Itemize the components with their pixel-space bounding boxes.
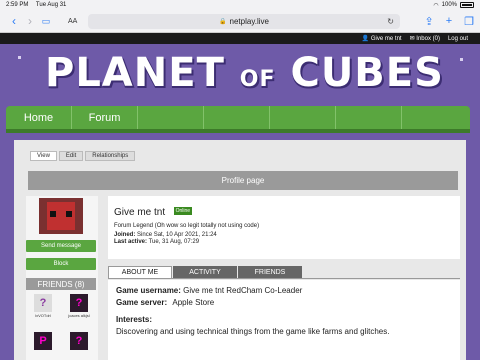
tab-edit[interactable]: Edit (58, 151, 84, 161)
content-area: View Edit Relationships Profile page Sen… (14, 140, 466, 360)
lock-icon: 🔒 (219, 19, 227, 25)
profile-last-active: Last active: Tue, 31 Aug, 07:29 (114, 239, 454, 245)
profile-sidebar: Send message Block FRIENDS (8) ? lxVOTdr… (26, 196, 98, 360)
interests-value: Discovering and using technical things f… (116, 327, 390, 336)
profile-rank: Forum Legend (Oh wow so legit totally no… (114, 223, 260, 229)
interests-label-row: Interests: (116, 315, 452, 324)
game-username-label: Game username: (116, 286, 181, 295)
profile-name: Give me tnt (114, 207, 166, 218)
friend-item[interactable]: ? lxVOTdrl (28, 294, 58, 318)
friend-avatar: ? (70, 294, 88, 312)
tab-view[interactable]: View (30, 151, 57, 161)
share-icon[interactable]: ⇪ (424, 15, 433, 28)
nav-item[interactable] (138, 106, 204, 129)
logo-cubes: CUBES (290, 50, 444, 96)
friend-name: jcaces alkjsl (68, 313, 90, 318)
logo-of: OF (239, 67, 276, 92)
status-date: Tue Aug 31 (35, 2, 67, 8)
status-right: ◠ 100% (433, 2, 474, 9)
main-nav: Home Forum (6, 106, 470, 133)
online-badge: Online (173, 206, 193, 215)
ios-status-bar: 2:59 PM Tue Aug 31 ◠ 100% (0, 0, 480, 10)
friend-avatar: ? (70, 332, 88, 350)
profile-tabs: ABOUT ME ACTIVITY FRIENDS (108, 266, 460, 279)
nav-forum[interactable]: Forum (72, 106, 138, 129)
wifi-icon: ◠ (433, 2, 439, 9)
nav-item[interactable] (204, 106, 270, 129)
friend-item[interactable]: P (28, 332, 58, 351)
tab-relationships[interactable]: Relationships (85, 151, 136, 161)
reload-icon[interactable]: ↻ (387, 17, 394, 26)
sidebar-icon[interactable]: ▭ (38, 16, 54, 27)
profile-info-box: Give me tnt Online Forum Legend (Oh wow … (108, 196, 460, 259)
profile-page-header: Profile page (28, 171, 458, 190)
browser-toolbar: ‹ › ▭ AA 🔒 netplay.live ↻ ⇪ + ❐ (0, 10, 480, 33)
address-bar[interactable]: 🔒 netplay.live ↻ (88, 14, 400, 29)
avatar-eye (50, 211, 56, 217)
interests-label: Interests: (116, 315, 153, 324)
user-name: Give me tnt (370, 36, 402, 42)
status-left: 2:59 PM Tue Aug 31 (6, 2, 72, 8)
nav-item[interactable] (402, 106, 468, 129)
game-server-row: Game server: Apple Store (116, 298, 452, 307)
tab-about-me[interactable]: ABOUT ME (108, 266, 172, 278)
logo-planet: PLANET (45, 50, 225, 96)
page-tabs: View Edit Relationships (30, 151, 136, 161)
joined-label: Joined: (114, 232, 136, 238)
game-username-value: Give me tnt RedCham Co-Leader (183, 286, 303, 295)
inbox-link[interactable]: ✉ Inbox (0) (410, 35, 440, 42)
battery-percent: 100% (441, 2, 457, 8)
profile-main: Give me tnt Online Forum Legend (Oh wow … (108, 196, 460, 360)
tab-activity[interactable]: ACTIVITY (173, 266, 237, 278)
avatar-face (47, 202, 75, 230)
friend-name: lxVOTdrl (35, 313, 51, 318)
star-decoration (460, 58, 463, 61)
joined-value: Since Sat, 10 Apr 2021, 21:24 (137, 232, 217, 238)
star-decoration (18, 56, 21, 59)
logout-link[interactable]: Log out (448, 36, 468, 42)
nav-home[interactable]: Home (6, 106, 72, 129)
url-text: netplay.live (229, 17, 269, 26)
friends-header: FRIENDS (8) (26, 278, 96, 290)
block-button[interactable]: Block (26, 258, 96, 270)
send-message-button[interactable]: Send message (26, 240, 96, 252)
game-server-value: Apple Store (172, 298, 215, 307)
new-tab-icon[interactable]: + (446, 15, 452, 28)
about-me-panel: Game username: Give me tnt RedCham Co-Le… (108, 280, 460, 360)
user-link[interactable]: 👤 Give me tnt (362, 35, 402, 42)
game-server-label: Game server: (116, 298, 168, 307)
game-username-row: Game username: Give me tnt RedCham Co-Le… (116, 286, 452, 295)
site-banner: PLANET OF CUBES (0, 44, 480, 106)
profile-joined: Joined: Since Sat, 10 Apr 2021, 21:24 (114, 232, 454, 238)
battery-icon (460, 2, 474, 8)
last-active-label: Last active: (114, 239, 148, 245)
nav-item[interactable] (270, 106, 336, 129)
friend-avatar: P (34, 332, 52, 350)
inbox-label: Inbox (0) (416, 36, 440, 42)
back-icon[interactable]: ‹ (6, 14, 22, 28)
nav-item[interactable] (336, 106, 402, 129)
tab-friends[interactable]: FRIENDS (238, 266, 302, 278)
last-active-value: Tue, 31 Aug, 07:29 (148, 239, 200, 245)
site-logo[interactable]: PLANET OF CUBES (45, 50, 444, 96)
browser-right-icons: ⇪ + ❐ (424, 15, 474, 28)
friend-item[interactable]: ? jcaces alkjsl (64, 294, 94, 318)
friend-avatar: ? (34, 294, 52, 312)
reader-aa-button[interactable]: AA (68, 18, 77, 25)
forward-icon[interactable]: › (22, 14, 38, 28)
status-time: 2:59 PM (6, 2, 29, 8)
friend-item[interactable]: ? (64, 332, 94, 351)
tabs-icon[interactable]: ❐ (464, 15, 474, 28)
avatar-eye (66, 211, 72, 217)
avatar (39, 198, 83, 234)
site-topbar: 👤 Give me tnt ✉ Inbox (0) Log out (0, 33, 480, 44)
